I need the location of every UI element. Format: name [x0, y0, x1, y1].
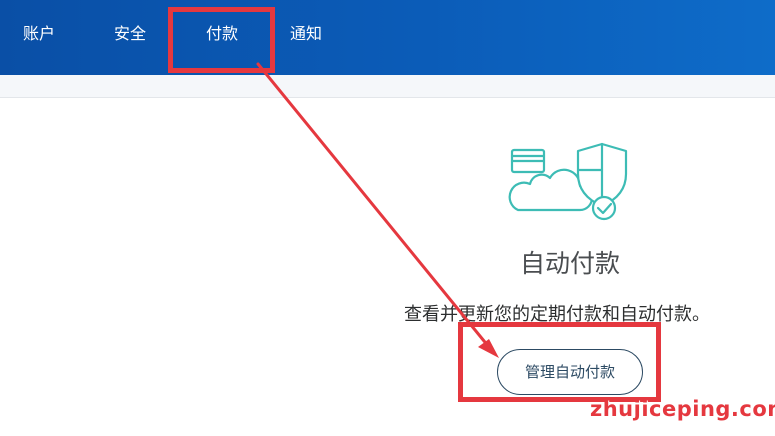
tab-account[interactable]: 账户 — [23, 22, 55, 46]
card-cloud-shield-icon — [508, 140, 633, 222]
manage-button-highlight — [458, 322, 661, 402]
payments-tab-highlight — [168, 7, 275, 73]
watermark-text: zhujiceping.com — [590, 397, 775, 421]
top-navigation-bar: 账户 安全 付款 通知 — [0, 0, 775, 75]
autopay-title: 自动付款 — [519, 249, 620, 278]
tab-security[interactable]: 安全 — [114, 22, 146, 46]
tab-notifications[interactable]: 通知 — [290, 22, 322, 46]
sub-header-bar — [0, 75, 775, 98]
